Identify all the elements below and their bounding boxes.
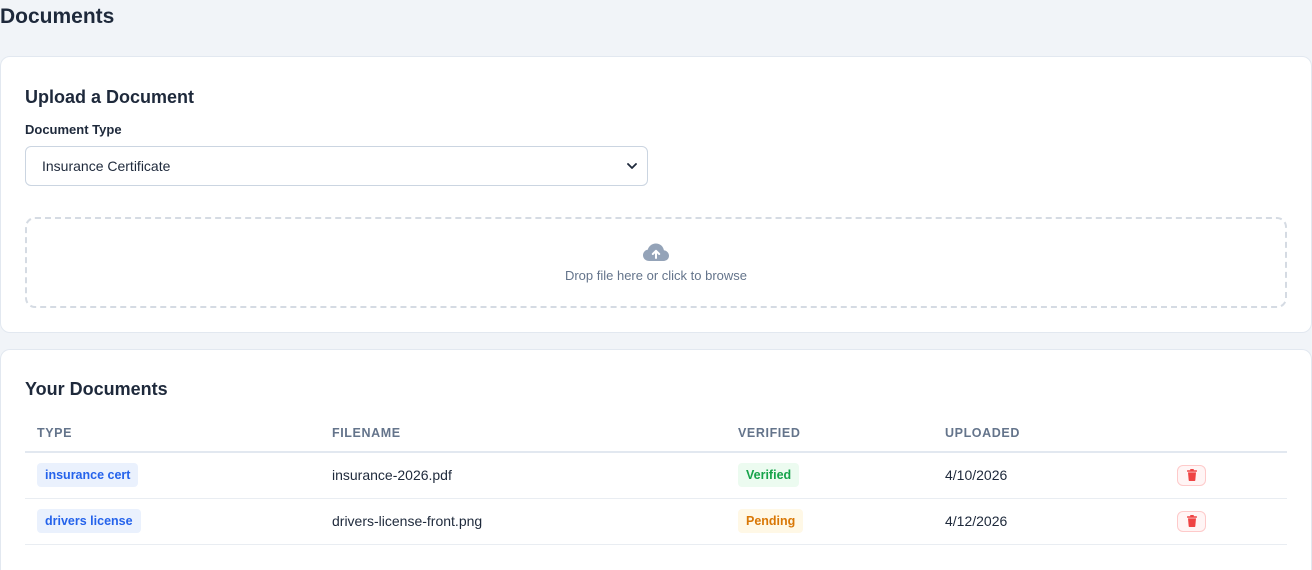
documents-card: Your Documents TYPE FILENAME VERIFIED UP… — [0, 349, 1312, 570]
table-row: insurance cert insurance-2026.pdf Verifi… — [25, 452, 1287, 499]
documents-table: TYPE FILENAME VERIFIED UPLOADED insuranc… — [25, 414, 1287, 545]
upload-card: Upload a Document Document Type Insuranc… — [0, 56, 1312, 333]
file-dropzone[interactable]: Drop file here or click to browse — [25, 217, 1287, 308]
document-type-selected-value: Insurance Certificate — [42, 158, 171, 174]
dropzone-text: Drop file here or click to browse — [564, 268, 748, 283]
document-filename: drivers-license-front.png — [320, 498, 726, 545]
trash-icon — [1186, 469, 1197, 482]
column-header-filename: FILENAME — [320, 414, 726, 453]
column-header-actions — [1165, 414, 1287, 453]
table-header-row: TYPE FILENAME VERIFIED UPLOADED — [25, 414, 1287, 453]
delete-button[interactable] — [1177, 510, 1206, 532]
document-filename: insurance-2026.pdf — [320, 452, 726, 499]
upload-date: 4/12/2026 — [933, 498, 1165, 545]
upload-date: 4/10/2026 — [933, 452, 1165, 499]
document-type-badge: drivers license — [37, 509, 141, 533]
table-row: drivers license drivers-license-front.pn… — [25, 498, 1287, 545]
status-badge: Pending — [738, 509, 804, 533]
documents-title: Your Documents — [25, 379, 168, 399]
page-title: Documents — [0, 5, 115, 28]
cloud-upload-icon — [642, 242, 670, 264]
column-header-type: TYPE — [25, 414, 320, 453]
column-header-uploaded: UPLOADED — [933, 414, 1165, 453]
status-badge: Verified — [738, 463, 800, 488]
document-type-badge: insurance cert — [37, 463, 139, 488]
column-header-verified: VERIFIED — [726, 414, 933, 453]
document-type-label: Document Type — [25, 122, 122, 137]
document-type-select[interactable]: Insurance Certificate — [25, 146, 648, 186]
upload-title: Upload a Document — [25, 87, 195, 107]
chevron-down-icon — [625, 159, 639, 173]
delete-button[interactable] — [1177, 464, 1206, 486]
trash-icon — [1186, 515, 1197, 527]
